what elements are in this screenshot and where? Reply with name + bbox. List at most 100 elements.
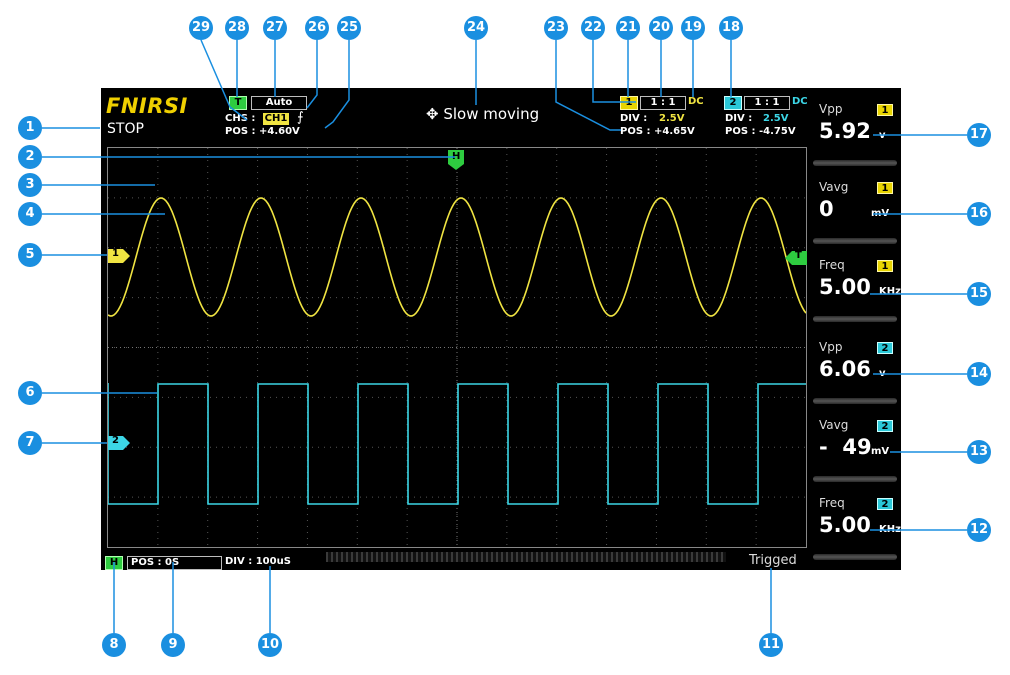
ch1-coupling[interactable]: DC xyxy=(688,96,704,107)
measurement-card[interactable]: Vpp 2 6.06 v xyxy=(809,340,901,412)
measurement-value: 5.92 xyxy=(819,119,871,143)
measurement-channel-badge: 2 xyxy=(877,420,893,432)
measurement-label: Vavg xyxy=(819,418,849,432)
callout-17: 17 xyxy=(967,123,991,147)
measurement-divider xyxy=(813,554,897,560)
callout-18: 18 xyxy=(719,16,743,40)
measurement-card[interactable]: Vpp 1 5.92 v xyxy=(809,102,901,174)
measurement-value: 5.00 xyxy=(819,275,871,299)
callout-21: 21 xyxy=(616,16,640,40)
measurement-card[interactable]: Freq 2 5.00 KHz xyxy=(809,496,901,568)
measurement-channel-badge: 2 xyxy=(877,342,893,354)
scroll-ruler[interactable] xyxy=(326,552,726,562)
callout-9: 9 xyxy=(161,633,185,657)
callout-8: 8 xyxy=(102,633,126,657)
callout-22: 22 xyxy=(581,16,605,40)
callout-29: 29 xyxy=(189,16,213,40)
ch1-marker-label: 1 xyxy=(112,248,119,259)
measurement-card[interactable]: Vavg 2 - 49 mV xyxy=(809,418,901,490)
measurement-divider xyxy=(813,238,897,244)
trigger-edge-icon[interactable]: ⨍ xyxy=(297,110,304,125)
measurement-divider xyxy=(813,476,897,482)
ch1-level-marker[interactable]: 1 xyxy=(108,248,130,267)
callout-23: 23 xyxy=(544,16,568,40)
measurement-label: Vpp xyxy=(819,102,843,116)
ch1-div-label: DIV : xyxy=(620,113,648,124)
ch2-probe[interactable]: 1 : 1 xyxy=(744,96,790,110)
ch2-div-value[interactable]: 2.5V xyxy=(763,113,788,124)
callout-5: 5 xyxy=(18,243,42,267)
ch2-marker-label: 2 xyxy=(112,435,119,446)
callout-10: 10 xyxy=(258,633,282,657)
callout-4: 4 xyxy=(18,202,42,226)
waveform-plot-area[interactable] xyxy=(107,147,807,548)
ch2-position: POS : -4.75V xyxy=(725,126,796,137)
timebase-badge: H xyxy=(105,556,123,570)
h-marker-label: H xyxy=(452,151,461,162)
callout-11: 11 xyxy=(759,633,783,657)
measurement-channel-badge: 2 xyxy=(877,498,893,510)
measurement-unit: KHz xyxy=(879,286,901,297)
ch1-div-value[interactable]: 2.5V xyxy=(659,113,684,124)
measurement-value: 5.00 xyxy=(819,513,871,537)
measurement-unit: KHz xyxy=(879,524,901,535)
trigger-status: Trigged xyxy=(749,553,797,568)
measurement-unit: v xyxy=(879,368,886,379)
measurement-value: 6.06 xyxy=(819,357,871,381)
measurement-channel-badge: 1 xyxy=(877,260,893,272)
ch2-level-marker[interactable]: 2 xyxy=(108,435,130,454)
measurement-value: - 49 xyxy=(819,435,872,459)
measurement-panel: Vpp 1 5.92 v Vavg 1 0 mV Freq 1 5.00 KHz Vpp 2 6.06 v Va… xyxy=(809,102,901,568)
measurement-channel-badge: 1 xyxy=(877,182,893,194)
ch2-coupling[interactable]: DC xyxy=(792,96,808,107)
callout-28: 28 xyxy=(225,16,249,40)
trigger-level-marker[interactable]: T xyxy=(785,250,807,269)
callout-12: 12 xyxy=(967,518,991,542)
h-position-marker[interactable]: H xyxy=(448,150,464,174)
measurement-channel-badge: 1 xyxy=(877,104,893,116)
callout-13: 13 xyxy=(967,440,991,464)
measurement-divider xyxy=(813,160,897,166)
callout-3: 3 xyxy=(18,173,42,197)
measurement-card[interactable]: Vavg 1 0 mV xyxy=(809,180,901,252)
callout-1: 1 xyxy=(18,116,42,140)
trigger-position: POS : +4.60V xyxy=(225,126,300,137)
measurement-unit: v xyxy=(879,130,886,141)
ch2-div-label: DIV : xyxy=(725,113,753,124)
callout-24: 24 xyxy=(464,16,488,40)
callout-16: 16 xyxy=(967,202,991,226)
callout-19: 19 xyxy=(681,16,705,40)
measurement-divider xyxy=(813,398,897,404)
t-marker-label: T xyxy=(795,250,802,261)
callout-25: 25 xyxy=(337,16,361,40)
measurement-label: Freq xyxy=(819,258,845,272)
ch2-waveform xyxy=(108,383,806,505)
trigger-channel[interactable]: CH1 xyxy=(263,113,289,125)
trigger-mode[interactable]: Auto xyxy=(251,96,307,110)
ch1-probe[interactable]: 1 : 1 xyxy=(640,96,686,110)
timebase-div[interactable]: DIV : 100uS xyxy=(225,556,291,567)
measurement-value: 0 xyxy=(819,197,834,221)
measurement-card[interactable]: Freq 1 5.00 KHz xyxy=(809,258,901,330)
callout-7: 7 xyxy=(18,431,42,455)
ch2-badge: 2 xyxy=(724,96,742,110)
measurement-unit: mV xyxy=(871,208,890,219)
run-state[interactable]: STOP xyxy=(107,121,144,137)
callout-6: 6 xyxy=(18,381,42,405)
measurement-label: Vavg xyxy=(819,180,849,194)
waveform-svg xyxy=(108,148,806,547)
oscilloscope-screen: FNIRSI STOP T Auto CHS : CH1 ⨍ POS : +4.… xyxy=(101,88,901,570)
measurement-divider xyxy=(813,316,897,322)
measurement-unit: mV xyxy=(871,446,890,457)
measurement-label: Freq xyxy=(819,496,845,510)
trigger-badge: T xyxy=(229,96,247,110)
callout-27: 27 xyxy=(263,16,287,40)
callout-14: 14 xyxy=(967,362,991,386)
timebase-position[interactable]: POS : 0S xyxy=(127,556,222,570)
callout-2: 2 xyxy=(18,145,42,169)
callout-20: 20 xyxy=(649,16,673,40)
measurement-label: Vpp xyxy=(819,340,843,354)
callout-26: 26 xyxy=(305,16,329,40)
status-message: ✥ Slow moving xyxy=(426,105,540,123)
trigger-chs-label: CHS : xyxy=(225,113,256,124)
